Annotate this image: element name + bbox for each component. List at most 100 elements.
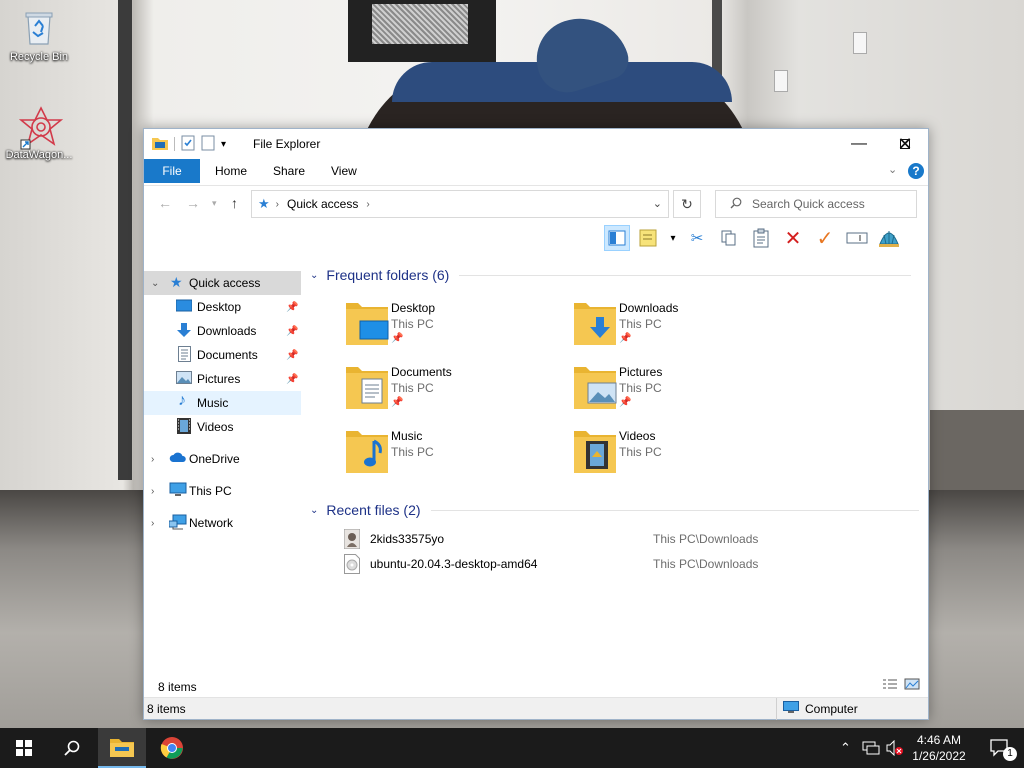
start-button[interactable] bbox=[0, 728, 48, 768]
search-icon bbox=[64, 740, 80, 756]
forward-arrow-icon[interactable]: → bbox=[186, 195, 200, 211]
network-icon[interactable] bbox=[862, 740, 880, 759]
nav-label: Desktop bbox=[197, 300, 242, 314]
videos-folder-icon bbox=[574, 431, 616, 473]
frequent-folders-header[interactable]: ⌄ Frequent folders (6) bbox=[310, 267, 912, 283]
nav-network[interactable]: › Network bbox=[144, 511, 301, 535]
expand-chevron-icon[interactable]: › bbox=[151, 454, 154, 465]
back-arrow-icon[interactable]: ← bbox=[158, 195, 172, 211]
desktop-icon-datawagon[interactable]: DataWagon... bbox=[0, 106, 78, 161]
title-bar[interactable]: ▾ File Explorer — ✕ bbox=[144, 129, 928, 159]
tab-file[interactable]: File bbox=[144, 159, 200, 183]
paste-icon[interactable] bbox=[748, 225, 774, 251]
pin-icon[interactable]: 📌 bbox=[286, 374, 298, 385]
refresh-button[interactable]: ↻ bbox=[673, 190, 701, 218]
help-button[interactable]: ? bbox=[908, 163, 924, 179]
pin-icon: 📌 bbox=[619, 333, 632, 344]
image-thumbnail-icon bbox=[343, 528, 361, 552]
folder-tile-desktop[interactable]: Desktop This PC 📌 bbox=[304, 293, 524, 353]
collapse-chevron-icon[interactable]: ⌄ bbox=[310, 270, 318, 281]
show-hidden-icons-chevron-icon[interactable]: ⌃ bbox=[840, 740, 851, 756]
minimize-button[interactable]: — bbox=[836, 129, 882, 159]
nav-quick-access[interactable]: ⌄ ★ Quick access bbox=[144, 271, 301, 295]
item-count: 8 items bbox=[147, 702, 186, 716]
recent-locations-chevron-icon[interactable]: ▾ bbox=[212, 198, 217, 209]
checkmark-icon[interactable]: ✓ bbox=[812, 225, 838, 251]
tab-home[interactable]: Home bbox=[215, 159, 247, 183]
dropdown-chevron-icon[interactable]: ▾ bbox=[668, 225, 678, 251]
tab-view[interactable]: View bbox=[331, 159, 357, 183]
nav-onedrive[interactable]: › OneDrive bbox=[144, 447, 301, 471]
folder-location: This PC bbox=[619, 317, 662, 331]
refresh-icon: ↻ bbox=[681, 195, 693, 212]
nav-item-videos[interactable]: Videos bbox=[144, 415, 301, 439]
pin-icon[interactable]: 📌 bbox=[286, 350, 298, 361]
search-button[interactable] bbox=[48, 728, 96, 768]
nav-label: Videos bbox=[197, 420, 234, 434]
address-bar[interactable]: ★ › Quick access › ⌄ bbox=[251, 190, 669, 218]
properties-icon[interactable] bbox=[181, 135, 195, 154]
folder-name: Desktop bbox=[391, 301, 436, 315]
preview-pane-button[interactable] bbox=[604, 225, 630, 251]
quick-access-star-icon: ★ bbox=[170, 274, 183, 290]
expand-chevron-icon[interactable]: › bbox=[151, 518, 154, 529]
folder-name: Pictures bbox=[619, 365, 663, 379]
recent-file-path: This PC\Downloads bbox=[653, 557, 759, 571]
delete-icon[interactable]: ✕ bbox=[780, 225, 806, 251]
large-icons-view-icon[interactable] bbox=[904, 678, 920, 693]
pictures-folder-icon bbox=[574, 367, 617, 409]
disc-image-icon bbox=[344, 554, 360, 577]
nav-item-pictures[interactable]: Pictures 📌 bbox=[144, 367, 301, 391]
pin-icon: 📌 bbox=[619, 397, 632, 408]
cut-icon[interactable]: ✂ bbox=[684, 225, 710, 251]
expand-chevron-icon[interactable]: › bbox=[151, 486, 154, 497]
recent-file-row[interactable]: ubuntu-20.04.3-desktop-amd64 This PC\Dow… bbox=[340, 552, 920, 576]
folder-tile-documents[interactable]: Documents This PC 📌 bbox=[304, 357, 524, 417]
nav-item-desktop[interactable]: Desktop 📌 bbox=[144, 295, 301, 319]
nav-label: Documents bbox=[197, 348, 258, 362]
up-arrow-icon[interactable]: ↑ bbox=[231, 195, 238, 211]
pin-icon[interactable]: 📌 bbox=[286, 326, 298, 337]
nav-this-pc[interactable]: › This PC bbox=[144, 479, 301, 503]
pin-icon[interactable]: 📌 bbox=[286, 302, 298, 313]
folder-tile-pictures[interactable]: Pictures This PC 📌 bbox=[532, 357, 752, 417]
nav-label: Quick access bbox=[189, 276, 261, 290]
recycle-bin-icon bbox=[19, 8, 59, 48]
nav-item-music[interactable]: ♪ Music bbox=[144, 391, 301, 415]
tab-share[interactable]: Share bbox=[273, 159, 305, 183]
collapse-chevron-icon[interactable]: ⌄ bbox=[310, 505, 318, 516]
taskbar-chrome[interactable] bbox=[148, 728, 196, 768]
search-box[interactable]: Search Quick access bbox=[715, 190, 917, 218]
folder-tile-downloads[interactable]: Downloads This PC 📌 bbox=[532, 293, 752, 353]
music-note-icon: ♪ bbox=[178, 392, 186, 409]
breadcrumb-quick-access[interactable]: Quick access bbox=[287, 197, 358, 211]
recent-files-header[interactable]: ⌄ Recent files (2) bbox=[310, 502, 919, 518]
customize-toolbar-chevron-icon[interactable]: ▾ bbox=[221, 139, 226, 150]
group-title: Frequent folders (6) bbox=[326, 267, 450, 283]
folder-location: This PC bbox=[619, 445, 662, 459]
command-toolbar: ▾ ✂ ✕ ✓ bbox=[604, 223, 902, 253]
nav-label: Network bbox=[189, 516, 234, 530]
details-view-icon[interactable] bbox=[882, 678, 898, 693]
close-button[interactable]: ✕ bbox=[882, 129, 928, 159]
desktop-icon-recycle-bin[interactable]: Recycle Bin bbox=[0, 8, 78, 63]
copy-icon[interactable] bbox=[716, 225, 742, 251]
folder-tile-videos[interactable]: Videos This PC bbox=[532, 421, 752, 481]
collapse-chevron-icon[interactable]: ⌄ bbox=[151, 278, 159, 289]
volume-muted-icon[interactable] bbox=[886, 739, 904, 759]
nav-item-documents[interactable]: Documents 📌 bbox=[144, 343, 301, 367]
taskbar-file-explorer[interactable] bbox=[98, 728, 146, 768]
address-dropdown-chevron-icon[interactable]: ⌄ bbox=[653, 197, 662, 210]
shell-icon[interactable] bbox=[876, 225, 902, 251]
film-icon bbox=[177, 418, 193, 434]
folder-tile-music[interactable]: Music This PC bbox=[304, 421, 524, 481]
new-folder-icon[interactable] bbox=[201, 135, 215, 154]
expand-ribbon-chevron-icon[interactable]: ⌄ bbox=[888, 163, 897, 176]
system-clock[interactable]: 4:46 AM 1/26/2022 bbox=[906, 732, 972, 764]
recent-file-row[interactable]: 2kids33575yo This PC\Downloads bbox=[340, 527, 920, 551]
action-center-button[interactable]: 1 bbox=[976, 728, 1024, 768]
nav-item-downloads[interactable]: Downloads 📌 bbox=[144, 319, 301, 343]
new-note-button[interactable] bbox=[636, 225, 662, 251]
folder-location: This PC bbox=[391, 381, 434, 395]
rename-icon[interactable] bbox=[844, 225, 870, 251]
